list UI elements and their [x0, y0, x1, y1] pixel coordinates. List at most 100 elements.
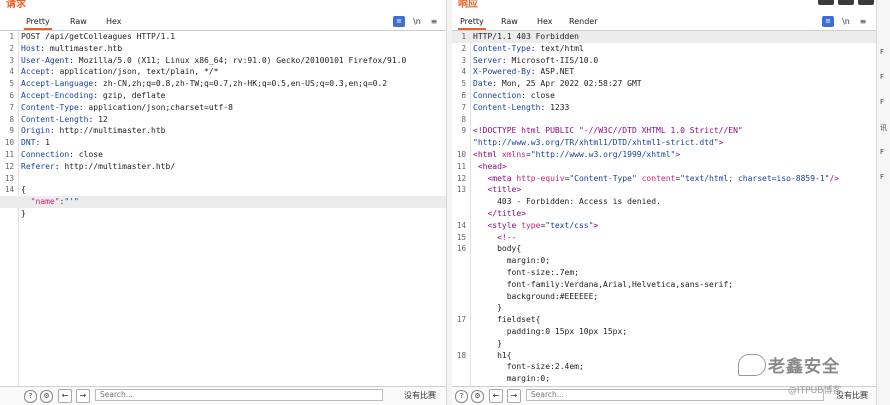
newline-icon[interactable]: \n	[411, 16, 423, 27]
code-line[interactable]: 6 Connection: close	[452, 90, 876, 102]
code-line[interactable]: padding:0 15px 10px 15px;	[452, 326, 876, 338]
code-line[interactable]: 15 <!--	[452, 232, 876, 244]
code-line[interactable]: background:#EEEEEE;	[452, 291, 876, 303]
code-line[interactable]: 14 {	[0, 184, 446, 196]
code-token: POST /api/getColleagues HTTP/1.1	[21, 32, 176, 41]
code-token: X-Powered-By	[473, 67, 531, 77]
line-number: 9	[9, 126, 14, 136]
code-line[interactable]: 4 Accept: application/json, text/plain, *…	[0, 66, 446, 78]
request-tab-pretty[interactable]: Pretty	[24, 16, 52, 30]
inspector-item[interactable]: F	[880, 48, 884, 56]
format-icon[interactable]: ≡	[822, 16, 834, 27]
response-tab-pretty[interactable]: Pretty	[458, 16, 486, 30]
code-line[interactable]: 2 Content-Type: text/html	[452, 43, 876, 55]
menu-icon[interactable]: ≡	[857, 16, 869, 27]
request-tab-raw[interactable]: Raw	[68, 16, 89, 28]
code-token: Date	[473, 79, 493, 89]
code-line[interactable]: 8 Content-Length: 12	[0, 114, 446, 126]
code-text: X-Powered-By: ASP.NET	[473, 66, 872, 78]
code-text: Accept-Encoding: gzip, deflate	[21, 90, 442, 102]
code-token: 403 - Forbidden: Access is denied.	[473, 197, 661, 207]
code-line[interactable]: }	[452, 302, 876, 314]
line-number: 3	[461, 55, 466, 65]
menu-icon[interactable]: ≡	[428, 16, 440, 27]
code-line[interactable]: 13	[0, 173, 446, 185]
code-line[interactable]: font-size:.7em;	[452, 267, 876, 279]
code-line[interactable]: 1 HTTP/1.1 403 Forbidden	[452, 31, 876, 43]
code-token: : Microsoft-IIS/10.0	[501, 55, 599, 65]
code-text: font-size:.7em;	[473, 267, 872, 279]
next-arrow-icon[interactable]: →	[76, 389, 90, 403]
response-tab-hex[interactable]: Hex	[535, 16, 555, 28]
code-line[interactable]: 14 <style type="text/css">	[452, 220, 876, 232]
code-token: <!DOCTYPE html PUBLIC "-//W3C//DTD XHTML…	[473, 126, 743, 136]
code-line[interactable]: 10 DNT: 1	[0, 137, 446, 149]
code-line[interactable]: 9 <!DOCTYPE html PUBLIC "-//W3C//DTD XHTM…	[452, 125, 876, 137]
prev-arrow-icon[interactable]: ←	[489, 389, 503, 403]
response-editor[interactable]: 1 HTTP/1.1 403 Forbidden 2 Content-Type: te…	[452, 31, 876, 387]
top-toolbar-button[interactable]	[838, 0, 854, 5]
inspector-item[interactable]: 讯	[880, 123, 887, 133]
code-line[interactable]: 1 POST /api/getColleagues HTTP/1.1	[0, 31, 446, 43]
code-text: Host: multimaster.htb	[21, 43, 442, 55]
request-editor[interactable]: 1 POST /api/getColleagues HTTP/1.1 2 Host: …	[0, 31, 446, 387]
code-line[interactable]: 6 Accept-Encoding: gzip, deflate	[0, 90, 446, 102]
code-line[interactable]: 9 Origin: http://multimaster.htb	[0, 125, 446, 137]
response-tab-render[interactable]: Render	[567, 16, 599, 28]
code-line[interactable]: 13 <title>	[452, 184, 876, 196]
code-line[interactable]: </title>	[452, 208, 876, 220]
newline-icon[interactable]: \n	[840, 16, 852, 27]
top-toolbar-button[interactable]	[858, 0, 874, 5]
code-line[interactable]: margin:0;	[452, 255, 876, 267]
code-text: User-Agent: Mozilla/5.0 (X11; Linux x86_…	[21, 55, 442, 67]
code-text: background:#EEEEEE;	[473, 291, 872, 303]
code-text: Connection: close	[21, 149, 442, 161]
top-toolbar-button[interactable]	[818, 0, 834, 5]
prev-arrow-icon[interactable]: ←	[58, 389, 72, 403]
code-line[interactable]: 17 fieldset{	[452, 314, 876, 326]
code-line[interactable]: 7 Content-Length: 1233	[452, 102, 876, 114]
inspector-item[interactable]: F	[880, 73, 884, 81]
code-line[interactable]: }	[0, 208, 446, 220]
help-icon[interactable]: ?	[455, 390, 468, 403]
code-line[interactable]: 11 Connection: close	[0, 149, 446, 161]
help-icon[interactable]: ?	[24, 390, 37, 403]
inspector-item[interactable]: F	[880, 173, 884, 181]
code-text: 403 - Forbidden: Access is denied.	[473, 196, 872, 208]
code-text: <html xmlns="http://www.w3.org/1999/xhtm…	[473, 149, 872, 161]
code-line[interactable]: 2 Host: multimaster.htb	[0, 43, 446, 55]
next-arrow-icon[interactable]: →	[507, 389, 521, 403]
code-line[interactable]: 5 Date: Mon, 25 Apr 2022 02:58:27 GMT	[452, 78, 876, 90]
request-search-input[interactable]	[95, 389, 383, 401]
request-tab-hex[interactable]: Hex	[104, 16, 124, 28]
code-line[interactable]: 12 <meta http-equiv="Content-Type" conte…	[452, 173, 876, 185]
code-token: xmlns	[501, 150, 526, 159]
code-line[interactable]: font-family:Verdana,Arial,Helvetica,sans…	[452, 279, 876, 291]
code-line[interactable]: "name":"'"	[0, 196, 446, 209]
format-icon[interactable]: ≡	[393, 16, 405, 27]
code-line[interactable]: 16 body{	[452, 243, 876, 255]
settings-icon[interactable]: ⚙	[40, 390, 53, 403]
line-number: 8	[461, 114, 466, 124]
code-line[interactable]: 11 <head>	[452, 161, 876, 173]
code-line[interactable]: 3 User-Agent: Mozilla/5.0 (X11; Linux x86…	[0, 55, 446, 67]
response-tab-raw[interactable]: Raw	[499, 16, 520, 28]
code-line[interactable]: 7 Content-Type: application/json;charset=…	[0, 102, 446, 114]
code-line[interactable]: 12 Referer: http://multimaster.htb/	[0, 161, 446, 173]
code-token: "text/html; charset=iso-8859-1"	[680, 173, 830, 183]
code-line[interactable]: 8	[452, 114, 876, 126]
code-line[interactable]: "http://www.w3.org/TR/xhtml1/DTD/xhtml1-…	[452, 137, 876, 149]
code-text: Accept: application/json, text/plain, */…	[21, 66, 442, 78]
code-line[interactable]: 5 Accept-Language: zh-CN,zh;q=0.8,zh-TW;q…	[0, 78, 446, 90]
inspector-item[interactable]: F	[880, 148, 884, 156]
inspector-item[interactable]: F	[880, 98, 884, 106]
code-line[interactable]: 403 - Forbidden: Access is denied.	[452, 196, 876, 208]
code-text: padding:0 15px 10px 15px;	[473, 326, 872, 338]
line-number: 8	[9, 114, 14, 124]
code-line[interactable]: 4 X-Powered-By: ASP.NET	[452, 66, 876, 78]
code-line[interactable]: }	[452, 338, 876, 350]
settings-icon[interactable]: ⚙	[471, 390, 484, 403]
code-line[interactable]: 10 <html xmlns="http://www.w3.org/1999/xh…	[452, 149, 876, 161]
code-line[interactable]: 3 Server: Microsoft-IIS/10.0	[452, 55, 876, 67]
line-number: 10	[456, 150, 466, 159]
